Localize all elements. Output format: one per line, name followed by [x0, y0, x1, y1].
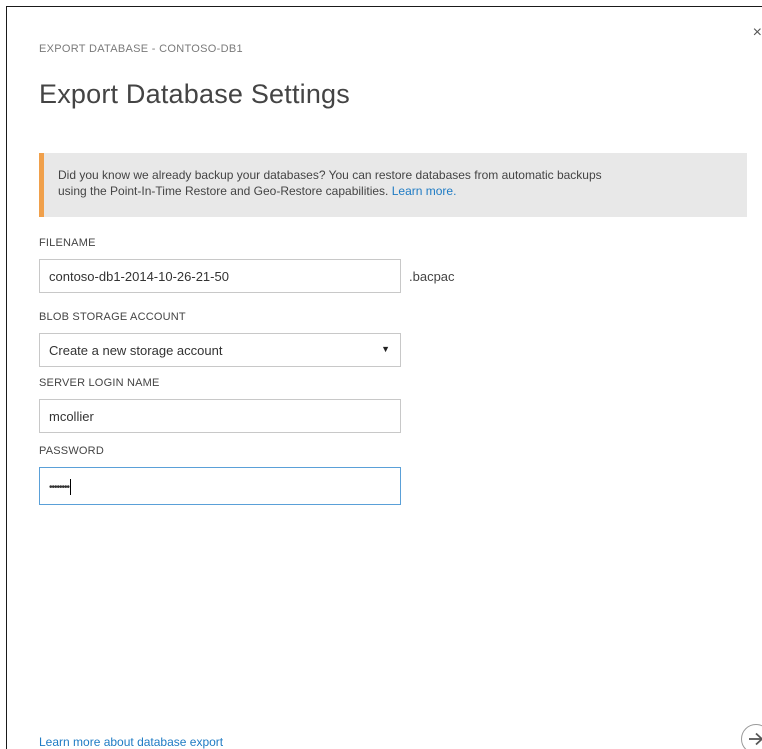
next-button[interactable] [741, 724, 762, 749]
learn-more-export-link[interactable]: Learn more about database export [39, 735, 223, 749]
blob-storage-select[interactable]: Create a new storage account ▼ [39, 333, 401, 367]
info-text-line2: using the Point-In-Time Restore and Geo-… [58, 184, 389, 198]
close-icon[interactable]: × [753, 25, 762, 41]
filename-suffix: .bacpac [409, 269, 455, 284]
login-name-label: SERVER LOGIN NAME [39, 377, 160, 389]
page-title: Export Database Settings [39, 79, 350, 109]
blob-storage-selected: Create a new storage account [49, 343, 223, 358]
learn-more-link[interactable]: Learn more. [392, 184, 457, 198]
password-mask: •••••••• [49, 482, 70, 493]
login-name-input[interactable] [39, 399, 401, 433]
breadcrumb: EXPORT DATABASE - CONTOSO-DB1 [39, 43, 243, 55]
export-database-dialog: × EXPORT DATABASE - CONTOSO-DB1 Export D… [6, 6, 762, 749]
filename-label: FILENAME [39, 237, 96, 249]
filename-input[interactable] [39, 259, 401, 293]
password-label: PASSWORD [39, 445, 104, 457]
info-banner: Did you know we already backup your data… [39, 153, 747, 217]
password-input[interactable]: •••••••• [39, 467, 401, 505]
blob-storage-label: BLOB STORAGE ACCOUNT [39, 311, 186, 323]
arrow-right-icon [749, 732, 762, 746]
chevron-down-icon: ▼ [381, 344, 390, 354]
text-cursor [70, 478, 72, 495]
info-text-line1: Did you know we already backup your data… [58, 168, 602, 182]
